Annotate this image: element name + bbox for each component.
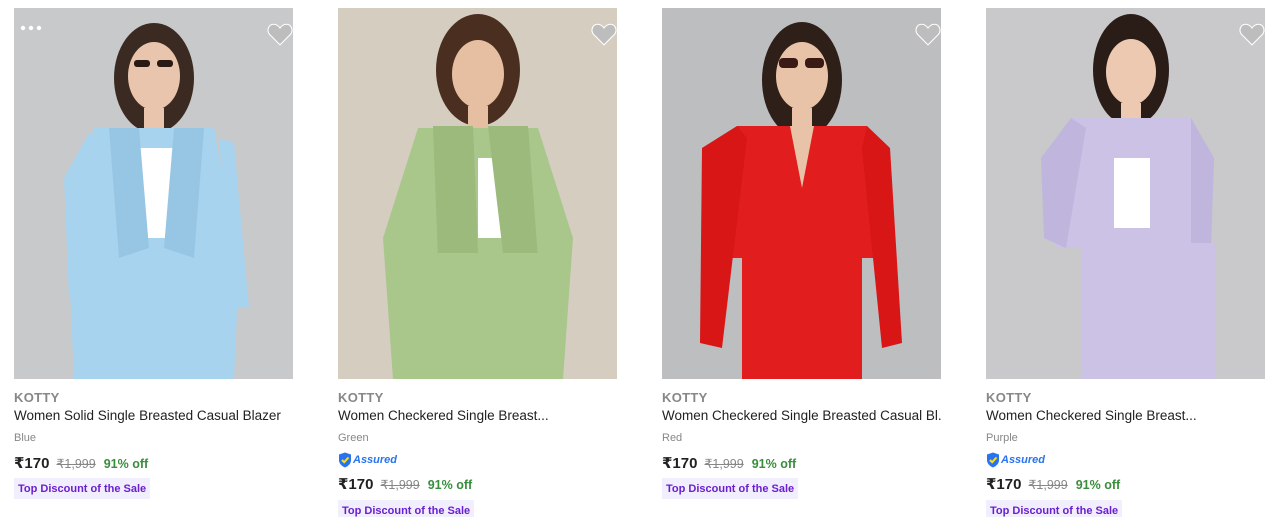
product-title[interactable]: Women Checkered Single Breasted Casual B… — [662, 408, 942, 423]
product-color: Blue — [14, 432, 37, 444]
product-card-green[interactable]: KOTTY Women Checkered Single Breast... G… — [338, 0, 618, 517]
offer-tag[interactable]: Top Discount of the Sale — [14, 478, 151, 499]
offer-tag[interactable]: Top Discount of the Sale — [662, 478, 799, 499]
product-title[interactable]: Women Checkered Single Breast... — [338, 408, 618, 423]
heart-icon[interactable] — [915, 22, 941, 46]
assured-label: Assured — [353, 454, 398, 466]
discount-percent: 91% off — [427, 478, 473, 492]
heart-icon[interactable] — [1239, 22, 1265, 46]
product-color: Red — [662, 432, 683, 444]
original-price: ₹1,999 — [56, 457, 96, 471]
product-image[interactable] — [338, 8, 617, 379]
product-card-purple[interactable]: KOTTY Women Checkered Single Breast... P… — [986, 0, 1266, 517]
discount-percent: 91% off — [751, 457, 797, 471]
product-grid: KOTTY Women Solid Single Breasted Casual… — [0, 0, 1280, 517]
original-price: ₹1,999 — [380, 478, 420, 492]
product-image[interactable] — [662, 8, 941, 379]
product-image[interactable] — [14, 8, 293, 379]
price-row: ₹170 ₹1,999 91% off — [986, 475, 1120, 493]
product-title[interactable]: Women Solid Single Breasted Casual Blaze… — [14, 408, 294, 423]
discount-percent: 91% off — [103, 457, 149, 471]
selling-price: ₹170 — [338, 476, 374, 493]
assured-badge-icon — [339, 452, 351, 468]
product-brand: KOTTY — [662, 390, 708, 405]
product-title[interactable]: Women Checkered Single Breast... — [986, 408, 1266, 423]
product-brand: KOTTY — [338, 390, 384, 405]
original-price: ₹1,999 — [704, 457, 744, 471]
product-card-blue[interactable]: KOTTY Women Solid Single Breasted Casual… — [14, 0, 294, 517]
more-dots-icon[interactable] — [20, 25, 42, 31]
heart-icon[interactable] — [267, 22, 293, 46]
assured-badge: Assured — [338, 452, 397, 468]
price-row: ₹170 ₹1,999 91% off — [14, 454, 148, 472]
discount-percent: 91% off — [1075, 478, 1121, 492]
product-color: Green — [338, 432, 369, 444]
assured-badge: Assured — [986, 452, 1045, 468]
selling-price: ₹170 — [986, 476, 1022, 493]
product-brand: KOTTY — [14, 390, 60, 405]
selling-price: ₹170 — [662, 455, 698, 472]
product-color: Purple — [986, 432, 1018, 444]
original-price: ₹1,999 — [1028, 478, 1068, 492]
selling-price: ₹170 — [14, 455, 50, 472]
assured-badge-icon — [987, 452, 999, 468]
price-row: ₹170 ₹1,999 91% off — [662, 454, 796, 472]
assured-label: Assured — [1001, 454, 1046, 466]
heart-icon[interactable] — [591, 22, 617, 46]
product-brand: KOTTY — [986, 390, 1032, 405]
offer-tag[interactable]: Top Discount of the Sale — [986, 500, 1123, 517]
product-card-red[interactable]: KOTTY Women Checkered Single Breasted Ca… — [662, 0, 942, 517]
offer-tag[interactable]: Top Discount of the Sale — [338, 500, 475, 517]
price-row: ₹170 ₹1,999 91% off — [338, 475, 472, 493]
product-image[interactable] — [986, 8, 1265, 379]
